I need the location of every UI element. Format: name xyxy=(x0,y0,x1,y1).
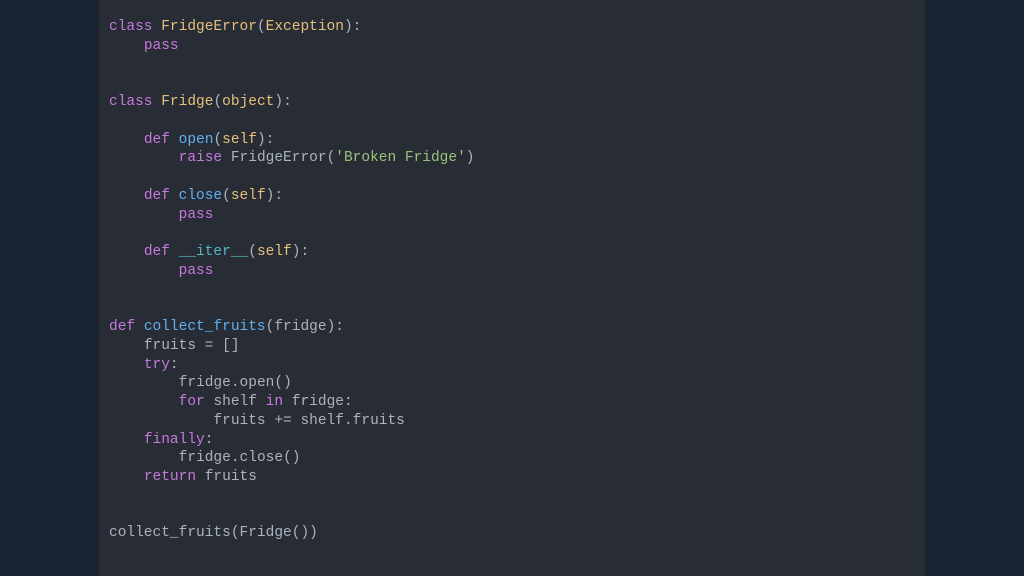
param-self: self xyxy=(257,244,292,260)
variable: fridge xyxy=(179,450,231,466)
class-name: FridgeError xyxy=(161,19,257,35)
keyword-def: def xyxy=(144,132,170,148)
code-line: class Fridge(object): xyxy=(109,93,915,112)
code-line xyxy=(109,74,915,93)
code-line xyxy=(109,56,915,75)
function-name: collect_fruits xyxy=(144,319,266,335)
keyword-pass: pass xyxy=(179,263,214,279)
keyword-for: for xyxy=(179,394,205,410)
code-line: def collect_fruits(fridge): xyxy=(109,318,915,337)
keyword-pass: pass xyxy=(144,38,179,54)
function-name: open xyxy=(179,132,214,148)
code-line: raise FridgeError('Broken Fridge') xyxy=(109,149,915,168)
code-line: try: xyxy=(109,356,915,375)
variable: shelf xyxy=(213,394,257,410)
code-line: pass xyxy=(109,262,915,281)
code-line: collect_fruits(Fridge()) xyxy=(109,524,915,543)
variable: fruits xyxy=(205,469,257,485)
keyword-def: def xyxy=(144,244,170,260)
code-line: fruits += shelf.fruits xyxy=(109,412,915,431)
attribute: fruits xyxy=(353,413,405,429)
keyword-class: class xyxy=(109,19,153,35)
code-line xyxy=(109,299,915,318)
base-class: object xyxy=(222,94,274,110)
keyword-pass: pass xyxy=(179,207,214,223)
param-self: self xyxy=(222,132,257,148)
code-line: def open(self): xyxy=(109,131,915,150)
exception-class: FridgeError xyxy=(231,150,327,166)
code-line: class FridgeError(Exception): xyxy=(109,18,915,37)
variable: fridge xyxy=(179,375,231,391)
code-line xyxy=(109,168,915,187)
variable: fruits xyxy=(213,413,265,429)
class-name: Fridge xyxy=(161,94,213,110)
variable: shelf xyxy=(300,413,344,429)
keyword-finally: finally xyxy=(144,432,205,448)
code-line xyxy=(109,506,915,525)
keyword-in: in xyxy=(266,394,283,410)
code-line: def close(self): xyxy=(109,187,915,206)
keyword-try: try xyxy=(144,357,170,373)
function-name: close xyxy=(179,188,223,204)
base-class: Exception xyxy=(266,19,344,35)
keyword-raise: raise xyxy=(179,150,223,166)
code-line: for shelf in fridge: xyxy=(109,393,915,412)
string-literal: 'Broken Fridge' xyxy=(335,150,466,166)
code-editor[interactable]: class FridgeError(Exception): pass class… xyxy=(99,0,925,576)
code-line: pass xyxy=(109,37,915,56)
code-line: pass xyxy=(109,206,915,225)
param: fridge xyxy=(274,319,326,335)
code-line: finally: xyxy=(109,431,915,450)
code-line: fruits = [] xyxy=(109,337,915,356)
code-line: fridge.close() xyxy=(109,449,915,468)
code-line: def __iter__(self): xyxy=(109,243,915,262)
keyword-def: def xyxy=(144,188,170,204)
code-line xyxy=(109,224,915,243)
code-line: return fruits xyxy=(109,468,915,487)
variable: fruits xyxy=(144,338,196,354)
code-line: fridge.open() xyxy=(109,374,915,393)
method-call: close xyxy=(240,450,284,466)
param-self: self xyxy=(231,188,266,204)
method-call: open xyxy=(240,375,275,391)
code-line xyxy=(109,112,915,131)
function-call: collect_fruits xyxy=(109,525,231,541)
keyword-def: def xyxy=(109,319,135,335)
class-call: Fridge xyxy=(240,525,292,541)
keyword-return: return xyxy=(144,469,196,485)
dunder-method: __iter__ xyxy=(179,244,249,260)
variable: fridge xyxy=(292,394,344,410)
keyword-class: class xyxy=(109,94,153,110)
code-line xyxy=(109,487,915,506)
code-line xyxy=(109,281,915,300)
